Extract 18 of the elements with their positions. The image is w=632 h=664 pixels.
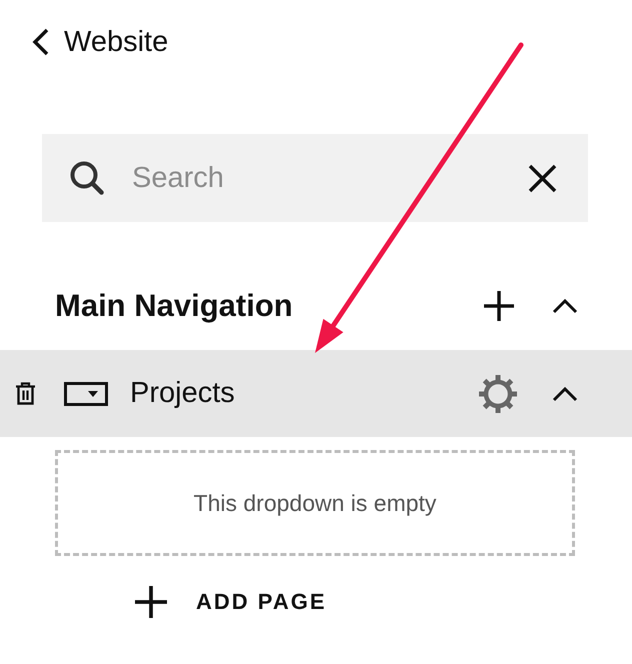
chevron-up-icon (552, 386, 578, 402)
nav-item[interactable]: Projects (0, 350, 632, 437)
empty-message: This dropdown is empty (194, 490, 436, 516)
item-label: Projects (130, 377, 236, 410)
plus-icon (135, 586, 167, 618)
section-title: Main Navigation (55, 288, 294, 324)
search-field[interactable]: Search (42, 134, 588, 222)
chevron-left-icon (32, 28, 50, 56)
trash-icon (15, 382, 36, 405)
back-button[interactable]: Website (32, 26, 168, 58)
chevron-up-icon (552, 298, 578, 314)
search-input[interactable]: Search (132, 158, 494, 198)
close-icon (528, 164, 557, 192)
add-page-button[interactable]: ADD PAGE (135, 586, 326, 618)
dropdown-icon (64, 382, 108, 406)
search-icon (70, 161, 104, 195)
plus-icon (484, 291, 514, 321)
gear-icon (478, 374, 518, 414)
